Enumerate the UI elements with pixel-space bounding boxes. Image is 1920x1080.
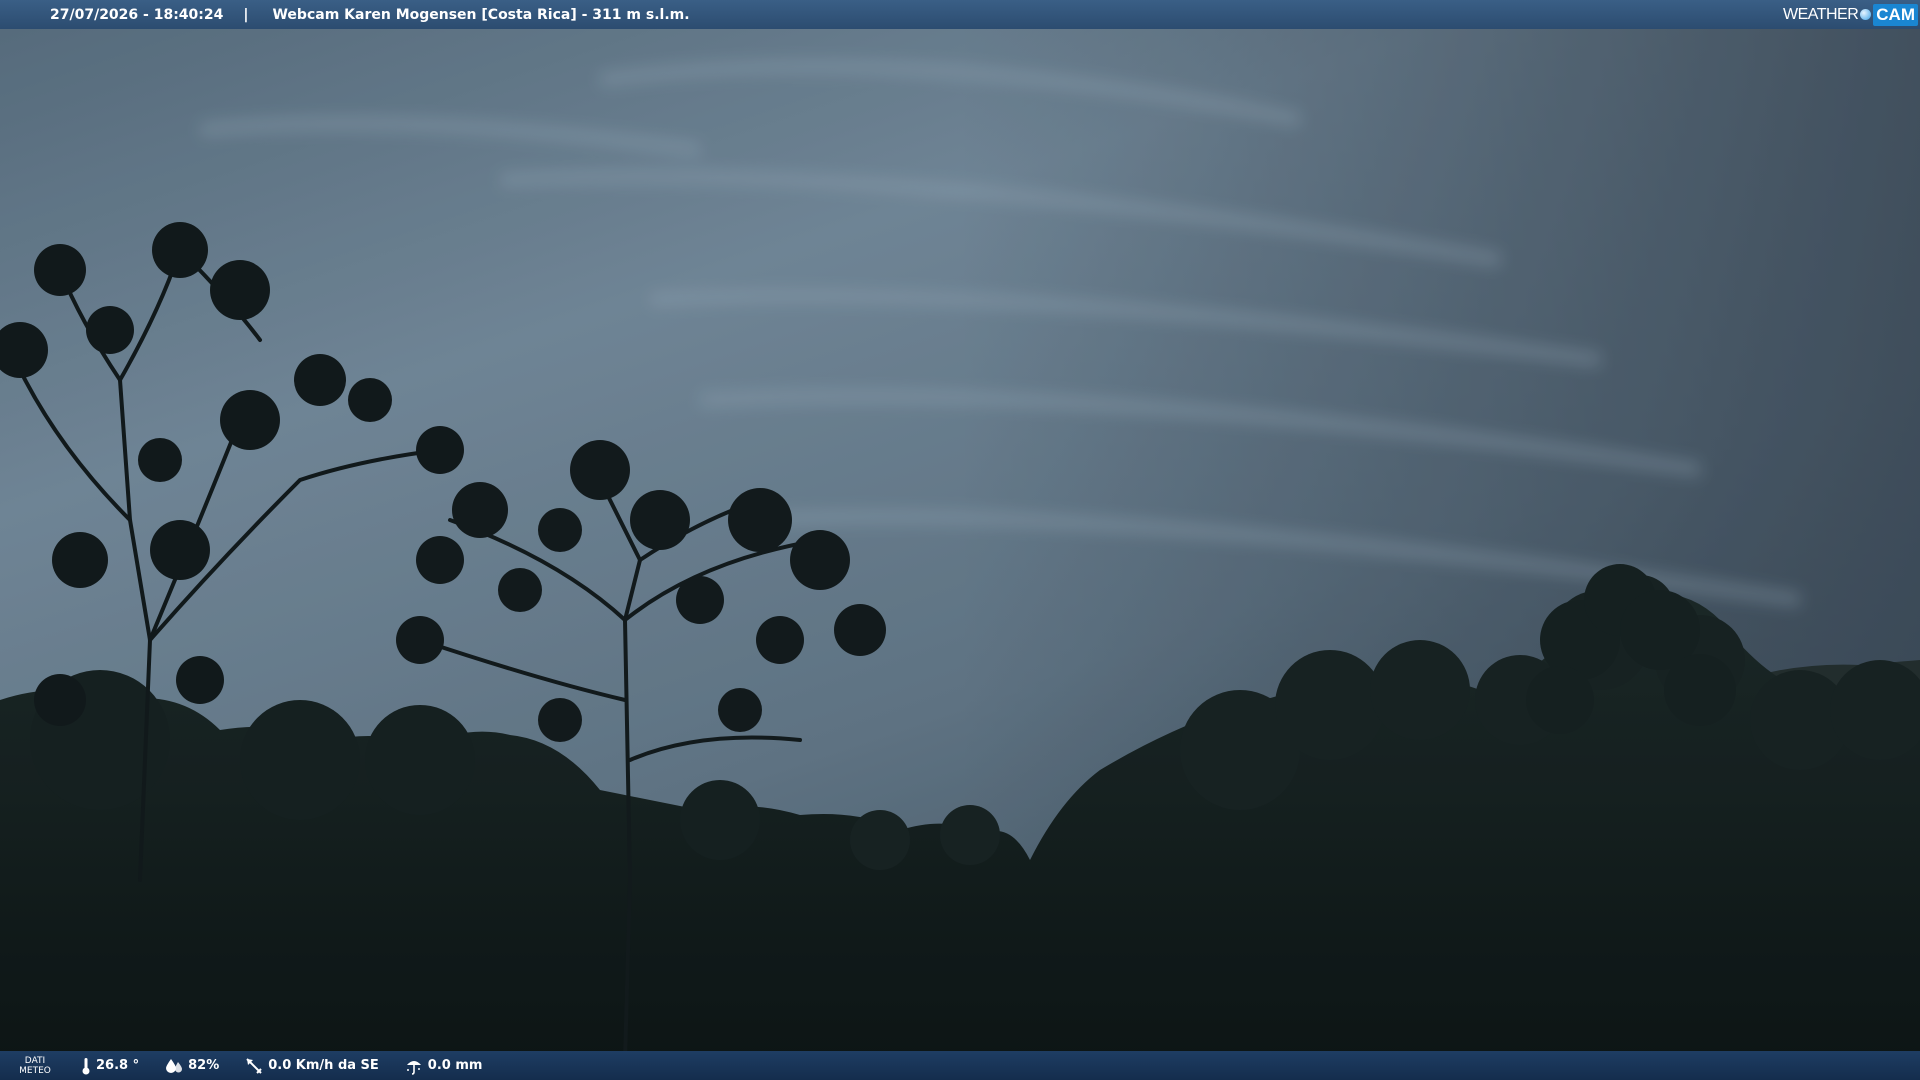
humidity-value: 82%: [188, 1058, 220, 1073]
weather-data-bar: DATI METEO 26.8 ° 82% 0.0 Km/h da SE 0.0…: [0, 1051, 1920, 1080]
timestamp: 27/07/2026 - 18:40:24: [50, 6, 224, 23]
wind-value: 0.0 Km/h da SE: [268, 1058, 379, 1073]
rain-gauge-icon: [406, 1060, 421, 1075]
humidity-stat: 82%: [165, 1058, 219, 1074]
temperature-stat: 26.8 °: [81, 1057, 139, 1075]
meteo-label-line2: METEO: [19, 1065, 51, 1076]
weathercam-logo: WEATHER CAM: [1783, 2, 1918, 27]
humidity-drop-icon: [166, 1058, 183, 1073]
temperature-value: 26.8 °: [96, 1058, 140, 1073]
rain-value: 0.0 mm: [427, 1058, 483, 1073]
thermometer-icon: [82, 1057, 90, 1074]
meteo-label: DATI METEO: [17, 1056, 53, 1076]
top-info-bar: 27/07/2026 - 18:40:24 | Webcam Karen Mog…: [0, 0, 1920, 29]
webcam-title: Webcam Karen Mogensen [Costa Rica] - 311…: [272, 6, 690, 23]
wind-vane-icon: [246, 1057, 262, 1074]
wind-stat: 0.0 Km/h da SE: [245, 1057, 379, 1075]
meteo-label-line1: DATI: [24, 1055, 46, 1066]
rain-stat: 0.0 mm: [405, 1057, 483, 1075]
logo-text-cam: CAM: [1873, 3, 1918, 26]
logo-text-weather: WEATHER: [1782, 5, 1859, 23]
separator: |: [243, 6, 249, 23]
logo-dot-icon: [1860, 9, 1872, 20]
webcam-image: [0, 0, 1920, 1080]
